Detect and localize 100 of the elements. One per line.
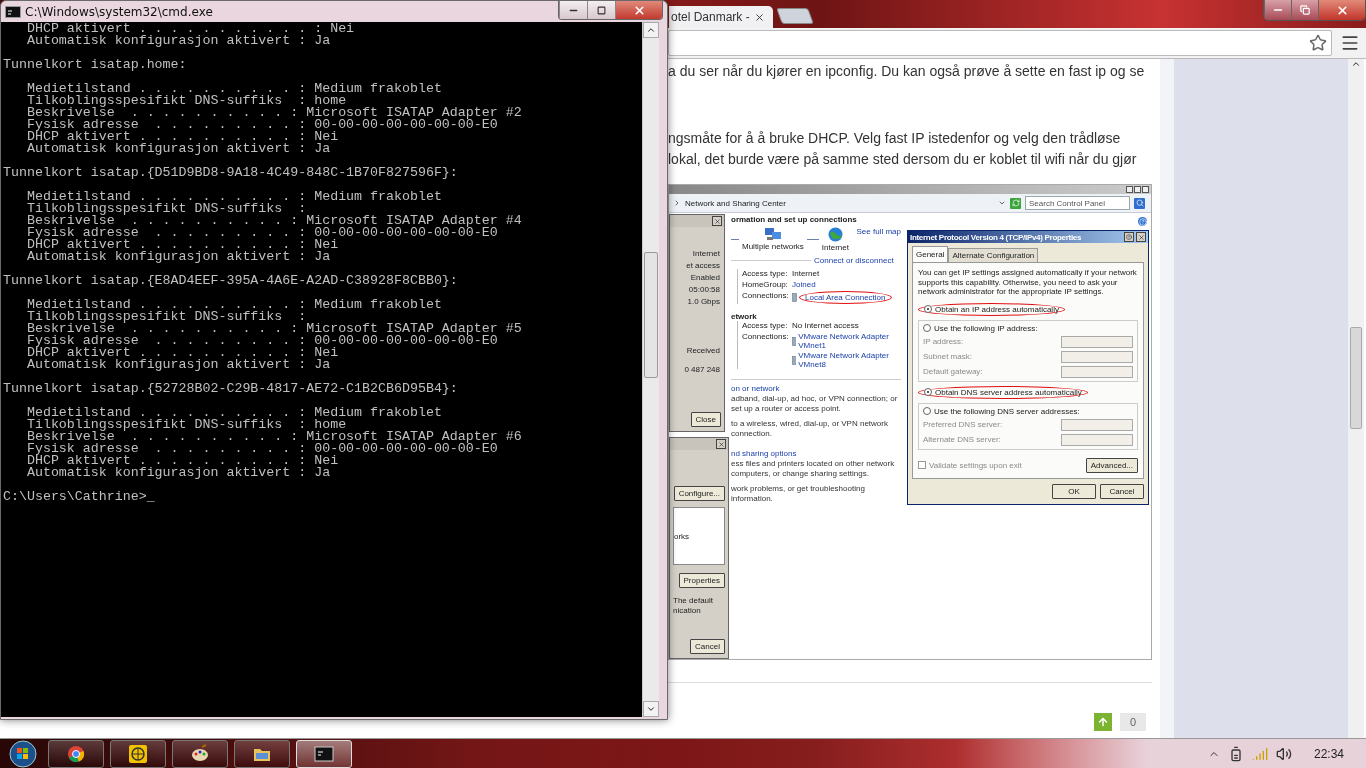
console-line: Medietilstand . . . . . . . . . . : Medium frakoblet [25, 299, 443, 311]
volume-icon[interactable] [1275, 745, 1292, 762]
dialog-title: Internet Protocol Version 4 (TCP/IPv4) Properties [909, 232, 1083, 242]
browser-tab[interactable]: otel Danmark - [669, 6, 773, 28]
paragraph-line: a du ser når du kjører en ipconfig. Du kan også prøve å sette en fast ip og se [668, 62, 1146, 81]
scroll-thumb[interactable] [1350, 327, 1362, 429]
connection-link[interactable]: VMware Network Adapter VMnet1 [798, 332, 901, 350]
task-description: ess files and printers located on other network computers, or change sharing settings. [731, 459, 896, 479]
console-line: DHCP aktivert . . . . . . . . . . : Nei [25, 239, 340, 251]
taskbar-app-button[interactable] [48, 739, 104, 768]
console-line: Fysisk adresse . . . . . . . . . : 00-00-00-00-00-00-00-E0 [25, 335, 499, 347]
clock[interactable]: 22:34 [1313, 746, 1344, 761]
help-icon [1124, 232, 1134, 242]
chrome-icon [66, 743, 86, 764]
console-line: Medietilstand . . . . . . . . . . : Medium frakoblet [25, 191, 443, 203]
console-line: DHCP aktivert . . . . . . . . . . : Nei [25, 455, 340, 467]
see-full-map-link[interactable]: See full map [856, 227, 901, 236]
scroll-up-icon[interactable] [1351, 59, 1361, 69]
taskbar-app-button[interactable] [110, 739, 166, 768]
received-label: Received [685, 346, 721, 355]
console-line: Tunnelkort isatap.home: [3, 59, 188, 71]
description-text: The default nication [673, 596, 715, 616]
console-line: Automatisk konfigurasjon aktivert : Ja [25, 35, 332, 47]
tab-title: otel Danmark - [671, 10, 750, 24]
bookmark-star-icon[interactable] [1309, 34, 1327, 52]
minimize-button[interactable] [559, 1, 587, 19]
configure-button[interactable]: Configure... [673, 486, 725, 501]
vote-count: 0 [1120, 713, 1146, 731]
paragraph-line: ngsmåte for å å bruke DHCP. Velg fast IP istedenfor og velg den trådløse [668, 129, 1122, 148]
field-label: IP address: [923, 337, 964, 346]
window-title: C:\Windows\system32\cmd.exe [25, 4, 213, 19]
restore-icon [1300, 5, 1310, 15]
radio-option[interactable]: Use the following DNS server addresses: [923, 406, 1080, 416]
help-icon [1138, 217, 1147, 226]
console-line: Tilkoblingsspesifikt DNS-suffiks : [25, 203, 307, 215]
minimize-button[interactable] [1264, 0, 1291, 20]
dialog-button[interactable]: Cancel [1100, 483, 1144, 499]
console-line: Medietilstand . . . . . . . . . . : Medium frakoblet [25, 407, 443, 419]
scroll-down-icon[interactable] [646, 704, 656, 714]
task-link[interactable]: nd sharing options [731, 449, 797, 458]
dialog-button[interactable]: OK [1052, 483, 1096, 499]
console-line: Tilkoblingsspesifikt DNS-suffiks : home [25, 95, 347, 107]
menu-icon[interactable] [1340, 33, 1360, 53]
cancel-button[interactable]: Cancel [690, 639, 725, 654]
arrow-up-icon [1097, 716, 1109, 728]
console-line: Tunnelkort isatap.{52728B02-C29B-4817-AE72-C1B2CB6D95B4}: [3, 383, 459, 395]
taskbar-app-button[interactable] [172, 739, 228, 768]
scrollbar[interactable] [1348, 59, 1364, 738]
validate-checkbox[interactable]: Validate settings upon exit [918, 460, 1022, 470]
console-line: Beskrivelse . . . . . . . . . . : Microsoft ISATAP Adapter #6 [25, 431, 523, 443]
taskbar-app-button[interactable] [234, 739, 290, 768]
dialog-tab[interactable]: Alternate Configuration [948, 248, 1039, 262]
globe-icon [128, 743, 148, 764]
console-icon [314, 743, 334, 764]
maximize-button[interactable] [587, 1, 615, 19]
task-link[interactable]: on or network [731, 384, 780, 393]
task-description: to a wireless, wired, dial-up, or VPN network connection. [731, 419, 889, 439]
advanced-button[interactable]: Advanced... [1085, 457, 1138, 473]
bytes-value: 0 487 248 [683, 365, 721, 374]
field-label: Preferred DNS server: [923, 420, 1003, 429]
paint-palette-icon [190, 743, 210, 764]
console-line: DHCP aktivert . . . . . . . . . . : Nei [25, 347, 340, 359]
restore-button[interactable] [1291, 0, 1318, 20]
properties-button[interactable]: Properties [678, 573, 725, 588]
value-text: No Internet access [792, 321, 859, 330]
search-icon [1134, 197, 1145, 209]
scroll-up-icon[interactable] [646, 25, 656, 35]
scrollbar[interactable] [642, 22, 659, 717]
computers-icon [763, 227, 782, 241]
map-node-label: Multiple networks [742, 242, 804, 251]
start-orb-icon [9, 739, 37, 768]
console-line: Medietilstand . . . . . . . . . . : Medium frakoblet [25, 83, 443, 95]
close-button[interactable]: Close [690, 412, 721, 427]
close-button[interactable] [1318, 0, 1365, 20]
status-value: et access [685, 261, 721, 270]
list-item[interactable]: orks [674, 531, 690, 541]
globe-icon [827, 226, 843, 242]
close-button[interactable] [615, 1, 662, 19]
connect-link[interactable]: Connect or disconnect [814, 256, 894, 265]
value-text: Internet [792, 269, 820, 278]
radio-option[interactable]: Use the following IP address: [923, 323, 1038, 333]
console-line: DHCP aktivert . . . . . . . . . . : Nei [25, 131, 340, 143]
connection-link[interactable]: VMware Network Adapter VMnet8 [798, 351, 901, 369]
field-label: Subnet mask: [923, 352, 972, 361]
console-line: DHCP aktivert . . . . . . . . . . . : Nei [25, 23, 356, 35]
homegroup-link[interactable]: Joined [792, 280, 816, 289]
status-value: Enabled [689, 273, 721, 282]
console-line: Tilkoblingsspesifikt DNS-suffiks : home [25, 419, 347, 431]
dialog-tab[interactable]: General [912, 246, 949, 262]
intro-text: You can get IP settings assigned automatically if your network supports this capability. Otherwise, you need to ask your network administrator for the appropriate IP settings. [918, 268, 1138, 297]
scroll-thumb[interactable] [644, 251, 658, 378]
status-value: Internet [691, 249, 721, 258]
console-line: Tunnelkort isatap.{D51D9BD8-9A18-4C49-848C-1B70F827596F}: [3, 167, 459, 179]
new-tab-button[interactable] [776, 8, 814, 24]
section-heading: ormation and set up connections [731, 215, 858, 224]
refresh-icon [1010, 197, 1021, 209]
console-line: Beskrivelse . . . . . . . . . . : Microsoft ISATAP Adapter #5 [25, 323, 523, 335]
console-line: Automatisk konfigurasjon aktivert : Ja [25, 143, 332, 155]
task-description: work problems, or get troubleshooting information. [731, 484, 866, 504]
console-line: Fysisk adresse . . . . . . . . . : 00-00-00-00-00-00-00-E0 [25, 443, 499, 455]
